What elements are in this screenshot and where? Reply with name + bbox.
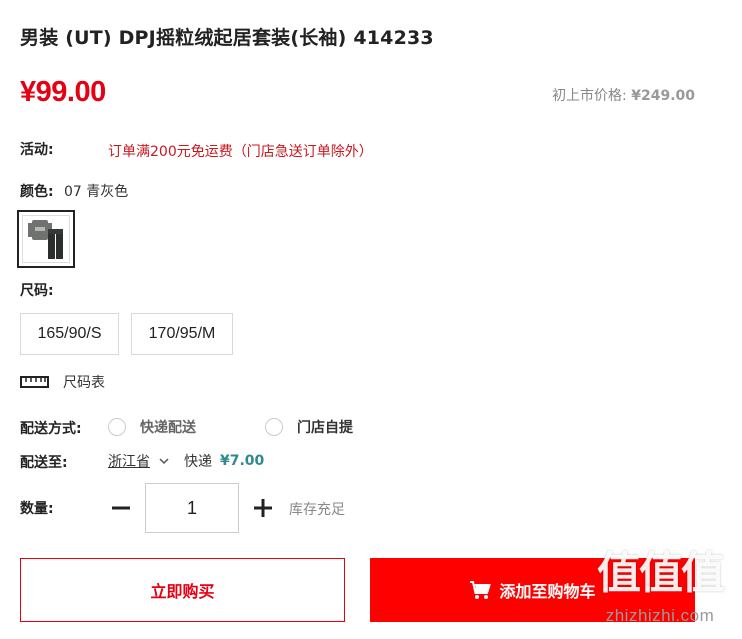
delivery-method-label: 配送方式:: [20, 421, 82, 437]
size-option-m[interactable]: 170/95/M: [131, 313, 233, 355]
stock-status: 库存充足: [289, 502, 345, 518]
quantity-label: 数量:: [20, 501, 54, 517]
plus-icon[interactable]: [250, 494, 276, 522]
courier-label: 快递: [184, 454, 212, 470]
buy-now-button[interactable]: 立即购买: [20, 558, 345, 622]
delivery-option-label: 快递配送: [140, 420, 196, 436]
size-chart-link[interactable]: 尺码表: [20, 372, 105, 392]
add-to-cart-button[interactable]: 添加至购物车: [370, 558, 695, 622]
radio-circle-icon[interactable]: [108, 418, 126, 436]
minus-icon[interactable]: [108, 494, 134, 522]
size-chart-label: 尺码表: [63, 375, 105, 391]
product-title: 男装 (UT) DPJ摇粒绒起居套装(长袖) 414233: [20, 27, 434, 49]
color-value: 07 青灰色: [64, 184, 129, 200]
color-label: 颜色:: [20, 184, 54, 200]
delivery-option-express[interactable]: 快递配送: [108, 417, 196, 437]
original-price-value: ¥249.00: [631, 88, 695, 104]
color-swatch[interactable]: [17, 210, 75, 268]
ruler-icon: [20, 376, 49, 388]
size-option-s[interactable]: 165/90/S: [20, 313, 119, 355]
promotion-text: 订单满200元免运费（门店急送订单除外）: [108, 144, 373, 160]
original-price: 初上市价格: ¥249.00: [552, 85, 695, 105]
chevron-down-icon[interactable]: [158, 455, 170, 467]
promotion-label: 活动:: [20, 142, 54, 158]
delivery-option-pickup[interactable]: 门店自提: [265, 417, 353, 437]
shopping-cart-icon: [470, 581, 492, 599]
pajama-set-thumbnail-icon: [28, 220, 63, 259]
sale-price: ¥99.00: [20, 76, 106, 108]
delivery-to-label: 配送至:: [20, 455, 68, 471]
province-select[interactable]: 浙江省: [108, 451, 150, 471]
original-price-label: 初上市价格:: [552, 88, 627, 104]
radio-circle-icon[interactable]: [265, 418, 283, 436]
size-label: 尺码:: [20, 283, 54, 299]
delivery-option-label: 门店自提: [297, 420, 353, 436]
add-to-cart-label: 添加至购物车: [499, 582, 596, 601]
shipping-fee: ¥7.00: [220, 453, 265, 469]
delivery-region: 浙江省 快递 ¥7.00: [108, 451, 264, 471]
quantity-input[interactable]: 1: [145, 483, 239, 533]
